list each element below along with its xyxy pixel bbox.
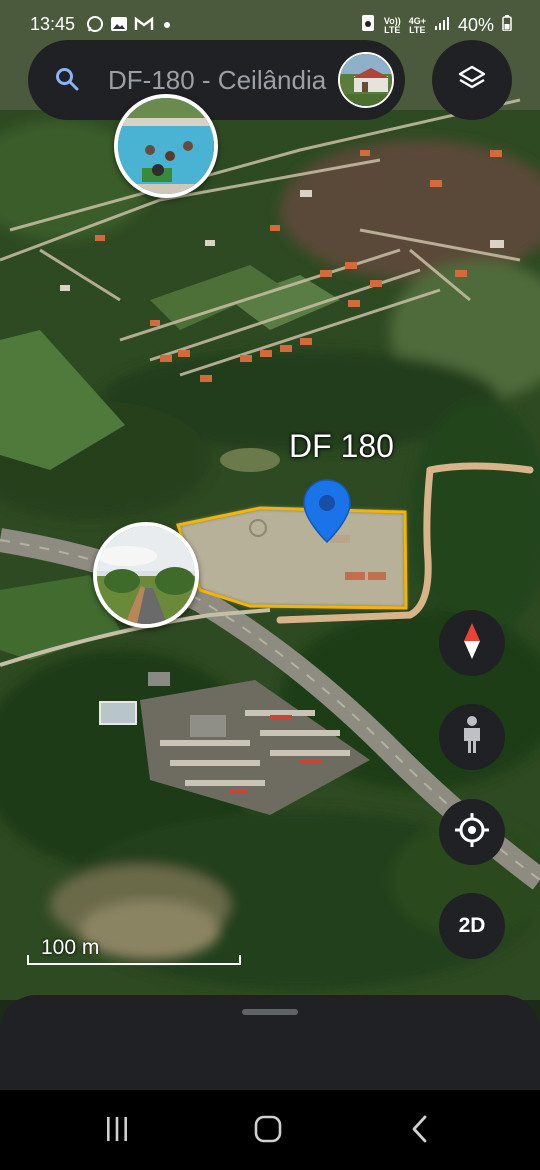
home-button[interactable] — [248, 1114, 288, 1148]
compass-icon — [460, 621, 484, 666]
back-icon — [410, 1115, 430, 1148]
back-button[interactable] — [400, 1114, 440, 1148]
layers-icon — [457, 63, 487, 98]
photo-bubble-road[interactable] — [93, 522, 199, 628]
notification-icons — [86, 15, 174, 38]
volte-icon: Vo)) LTE — [384, 16, 401, 35]
search-input[interactable] — [108, 62, 352, 98]
layers-button[interactable] — [432, 40, 512, 120]
nfc-icon — [360, 14, 376, 37]
recent-apps-button[interactable] — [97, 1114, 137, 1148]
location-pin-icon[interactable] — [302, 478, 352, 549]
my-location-icon — [454, 812, 490, 853]
gallery-icon — [110, 15, 128, 38]
photo-bubble-pool[interactable] — [114, 94, 218, 198]
system-icons: Vo)) LTE 4G+ LTE 40% — [360, 14, 512, 37]
scale-line — [27, 955, 241, 965]
scale-bar: 100 m — [27, 936, 241, 966]
battery-percent: 40% — [457, 15, 494, 35]
pegman-icon — [459, 715, 485, 760]
bottom-sheet[interactable] — [0, 995, 540, 1090]
sheet-drag-handle[interactable] — [242, 1009, 298, 1015]
maps-screen: 13:45 Vo)) LTE 4G+ LTE 40% DF-180 - Ceil… — [0, 0, 540, 1170]
my-location-button[interactable] — [439, 799, 505, 865]
place-label[interactable]: DF 180 — [289, 428, 394, 465]
recent-apps-icon — [103, 1116, 131, 1147]
dot-icon — [160, 16, 174, 37]
system-nav-bar — [0, 1090, 540, 1170]
volte-bottom: LTE — [384, 24, 401, 35]
battery-icon — [502, 15, 512, 36]
view-mode-label: 2D — [458, 914, 486, 937]
status-time: 13:45 — [30, 14, 76, 34]
4g-icon: 4G+ LTE — [409, 16, 426, 35]
signal-icon — [434, 15, 450, 36]
network-bottom: LTE — [409, 24, 426, 35]
place-photo-thumbnail[interactable] — [338, 52, 394, 108]
search-icon[interactable] — [54, 66, 80, 97]
view-mode-button[interactable]: 2D — [439, 893, 505, 959]
gmail-icon — [134, 16, 154, 37]
pegman-button[interactable] — [439, 704, 505, 770]
whatsapp-icon — [86, 15, 104, 38]
home-icon — [254, 1115, 282, 1148]
compass-button[interactable] — [439, 610, 505, 676]
